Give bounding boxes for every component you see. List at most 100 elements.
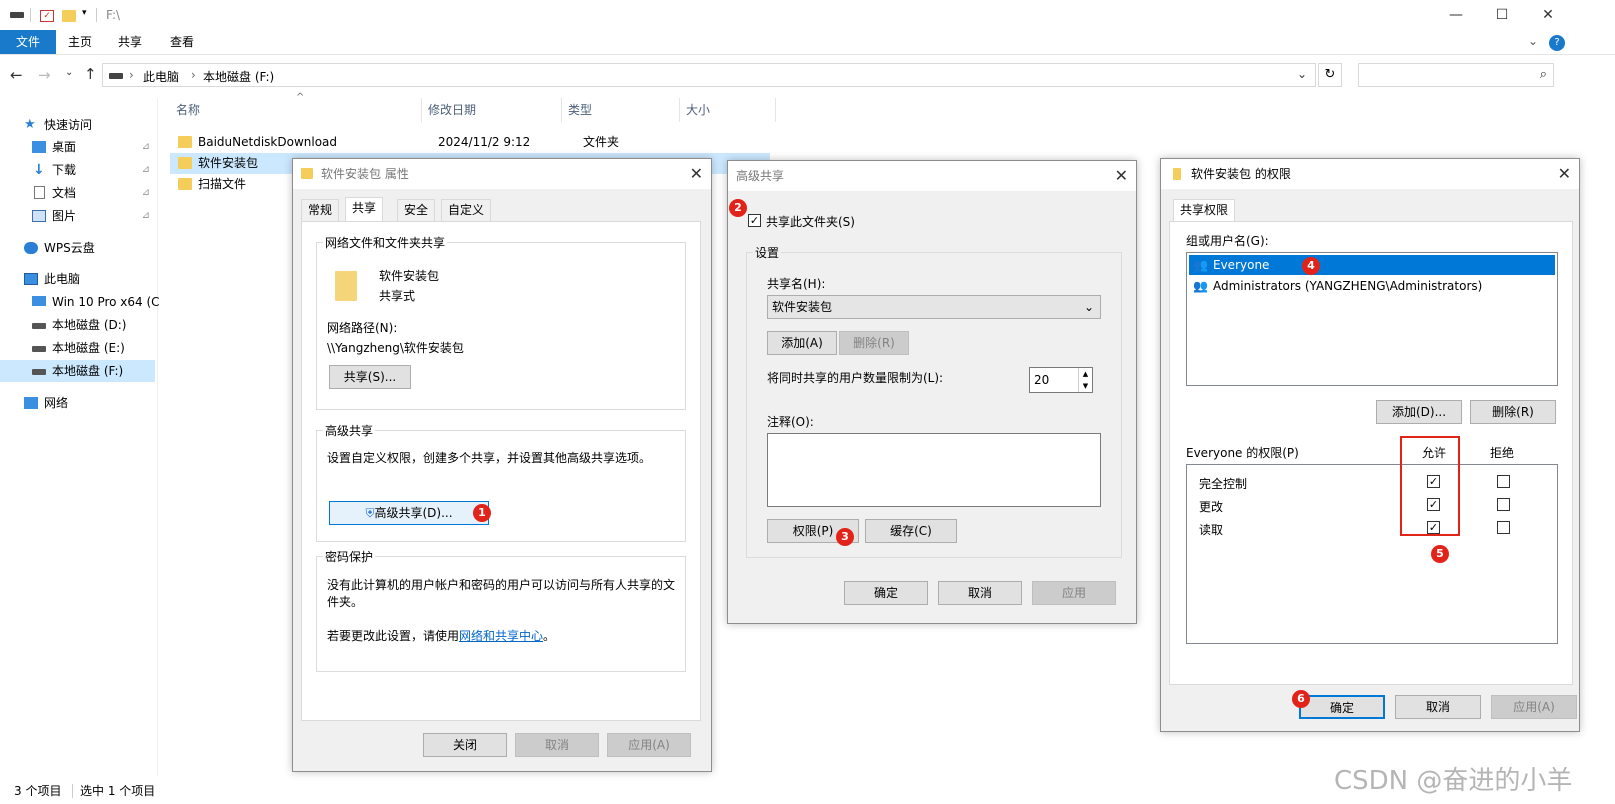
list-item-selected[interactable]: 👥 Everyone	[1189, 255, 1555, 275]
deny-change-checkbox[interactable]	[1497, 498, 1510, 511]
file-name: 软件安装包	[198, 156, 259, 170]
help-icon[interactable]: ?	[1549, 35, 1565, 51]
computer-icon	[24, 273, 38, 285]
minimize-button[interactable]: —	[1433, 0, 1479, 30]
breadcrumb-drive-f[interactable]: 本地磁盘 (F:)	[203, 68, 274, 85]
close-icon[interactable]: ✕	[1115, 161, 1128, 191]
back-icon[interactable]: ←	[10, 66, 23, 84]
tab-custom[interactable]: 自定义	[441, 199, 492, 221]
folder-icon	[301, 168, 313, 179]
pin-icon[interactable]: ⊿	[142, 182, 150, 204]
column-name[interactable]: 名称	[170, 98, 422, 122]
column-date[interactable]: 修改日期	[422, 98, 562, 122]
comment-textarea[interactable]	[767, 433, 1101, 507]
deny-read-checkbox[interactable]	[1497, 521, 1510, 534]
advanced-sharing-button[interactable]: ⛨高级共享(D)...	[329, 501, 489, 525]
add-button[interactable]: 添加(A)	[767, 331, 837, 355]
dialog-title-bar: 高级共享 ✕	[728, 161, 1136, 191]
remove-button[interactable]: 删除(R)	[839, 331, 909, 355]
nav-drive-e[interactable]: 本地磁盘 (E:)	[32, 337, 125, 359]
windows-drive-icon	[32, 296, 46, 306]
user-list[interactable]: 👥 Everyone 👥 Administrators (YANGZHENG\A…	[1186, 252, 1558, 386]
breadcrumb-this-pc[interactable]: 此电脑	[143, 68, 179, 85]
tab-general[interactable]: 常规	[301, 199, 340, 221]
tab-share-permissions[interactable]: 共享权限	[1173, 199, 1236, 223]
nav-quick-access[interactable]: ★ 快速访问	[24, 114, 92, 136]
ok-button[interactable]: 确定	[1299, 695, 1385, 719]
pin-icon[interactable]: ⊿	[142, 205, 150, 227]
cloud-icon	[24, 242, 38, 254]
tab-view[interactable]: 查看	[158, 30, 206, 54]
apply-button[interactable]: 应用(A)	[607, 733, 691, 757]
address-dropdown-icon[interactable]: ⌄	[1297, 67, 1307, 81]
stepper-up-icon[interactable]: ▲	[1078, 368, 1092, 380]
maximize-button[interactable]: ☐	[1479, 0, 1525, 30]
share-name-select[interactable]: 软件安装包 ⌄	[767, 295, 1101, 319]
recent-dropdown-icon[interactable]: ⌄	[65, 67, 73, 78]
nav-drive-c[interactable]: Win 10 Pro x64 (C	[32, 291, 160, 313]
navigation-pane: ★ 快速访问 桌面 ⊿ ↓ 下载 ⊿ 文档 ⊿ 图片 ⊿ WPS云盘 此电脑 W…	[0, 98, 160, 776]
column-type[interactable]: 类型	[562, 98, 680, 122]
tab-sharing[interactable]: 共享	[345, 197, 384, 221]
drive-icon[interactable]	[10, 12, 24, 18]
cancel-button[interactable]: 取消	[938, 581, 1022, 605]
nav-documents[interactable]: 文档 ⊿	[32, 182, 150, 204]
cancel-button[interactable]: 取消	[515, 733, 599, 757]
nav-pictures[interactable]: 图片 ⊿	[32, 205, 150, 227]
nav-wps-cloud[interactable]: WPS云盘	[24, 237, 95, 259]
tab-share[interactable]: 共享	[106, 30, 154, 54]
list-item[interactable]: BaiduNetdiskDownload 2024/11/2 9:12 文件夹	[170, 132, 770, 153]
pin-icon[interactable]: ⊿	[142, 136, 150, 158]
up-icon[interactable]: ↑	[84, 65, 97, 83]
user-limit-label: 将同时共享的用户数量限制为(L):	[767, 371, 944, 385]
close-icon[interactable]: ✕	[690, 159, 703, 189]
status-selected: 选中 1 个项目	[80, 784, 156, 798]
column-size[interactable]: 大小	[680, 98, 776, 122]
caching-button[interactable]: 缓存(C)	[865, 519, 957, 543]
password-description: 没有此计算机的用户帐户和密码的用户可以访问与所有人共享的文件夹。	[327, 578, 676, 609]
advanced-sharing-group: 高级共享 设置自定义权限，创建多个共享，并设置其他高级共享选项。 ⛨高级共享(D…	[316, 422, 686, 542]
network-center-link[interactable]: 网络和共享中心	[459, 629, 543, 643]
nav-drive-d[interactable]: 本地磁盘 (D:)	[32, 314, 126, 336]
tab-file[interactable]: 文件	[0, 30, 56, 54]
pin-icon[interactable]: ⊿	[142, 159, 150, 181]
apply-button[interactable]: 应用(A)	[1491, 695, 1577, 719]
folder-icon[interactable]	[62, 10, 76, 22]
nav-this-pc[interactable]: 此电脑	[24, 268, 80, 290]
close-icon[interactable]: ✕	[1558, 159, 1571, 189]
list-item[interactable]: 👥 Administrators (YANGZHENG\Administrato…	[1189, 276, 1555, 296]
nav-downloads[interactable]: ↓ 下载 ⊿	[32, 159, 150, 181]
apply-button[interactable]: 应用	[1032, 581, 1116, 605]
user-limit-stepper[interactable]: 20 ▲ ▼	[1029, 367, 1093, 393]
search-input[interactable]: ⌕	[1358, 63, 1554, 87]
share-folder-checkbox[interactable]: ✓	[748, 214, 761, 227]
quick-access-dropdown-icon[interactable]: ▾	[82, 8, 87, 18]
properties-icon[interactable]: ✓	[40, 10, 54, 22]
ok-button[interactable]: 确定	[844, 581, 928, 605]
share-button[interactable]: 共享(S)...	[329, 365, 411, 389]
close-button[interactable]: ✕	[1525, 0, 1571, 30]
folder-icon	[178, 136, 192, 148]
stepper-down-icon[interactable]: ▼	[1078, 380, 1092, 392]
remove-user-button[interactable]: 删除(R)	[1470, 400, 1556, 424]
tab-security[interactable]: 安全	[397, 199, 436, 221]
chevron-right-icon: ›	[129, 68, 134, 82]
window-title: F:\	[106, 8, 121, 22]
nav-network[interactable]: 网络	[24, 392, 68, 414]
permission-full-control: 完全控制	[1199, 477, 1248, 491]
close-button[interactable]: 关闭	[423, 733, 507, 757]
refresh-button[interactable]: ↻	[1318, 63, 1342, 87]
tab-panel: 网络文件和文件夹共享 软件安装包 共享式 网络路径(N): \\Yangzhen…	[301, 221, 701, 721]
folder-icon	[178, 157, 192, 169]
nav-desktop[interactable]: 桌面 ⊿	[32, 136, 150, 158]
permission-label: Everyone 的权限(P)	[1186, 446, 1299, 460]
nav-drive-f[interactable]: 本地磁盘 (F:)	[0, 360, 155, 382]
address-bar[interactable]: › 此电脑 › 本地磁盘 (F:) ⌄	[102, 63, 1316, 87]
deny-full-control-checkbox[interactable]	[1497, 475, 1510, 488]
forward-icon[interactable]: →	[38, 66, 51, 84]
add-user-button[interactable]: 添加(D)...	[1376, 400, 1462, 424]
cancel-button[interactable]: 取消	[1395, 695, 1481, 719]
ribbon-expand-icon[interactable]: ⌄	[1528, 34, 1538, 48]
dialog-title-bar: 软件安装包 的权限 ✕	[1161, 159, 1579, 189]
tab-home[interactable]: 主页	[56, 30, 104, 54]
